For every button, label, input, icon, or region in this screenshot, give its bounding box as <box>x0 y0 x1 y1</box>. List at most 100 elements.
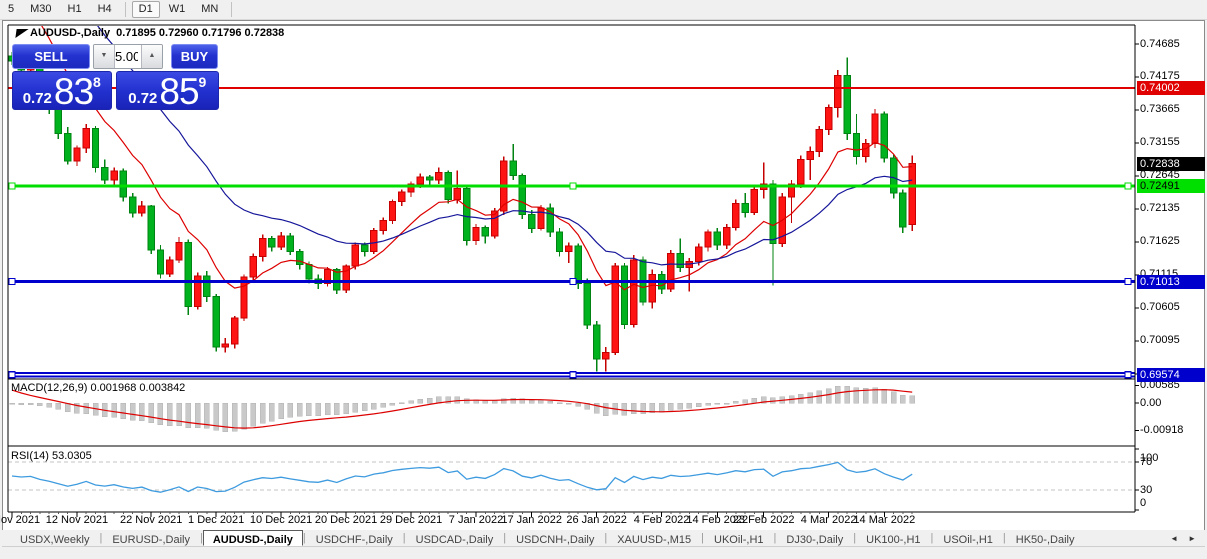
price-tag-0.69574: 0.69574 <box>1137 368 1205 382</box>
date-axis-label: 23 Feb 2022 <box>733 514 795 527</box>
candle <box>380 218 386 235</box>
line-handle[interactable] <box>570 372 576 378</box>
candle <box>436 167 442 184</box>
volume-spinner: ▼ ▲ <box>93 44 163 69</box>
sell-price-pip: 8 <box>93 75 101 89</box>
price-axis-tick: 0.70605 <box>1140 301 1180 314</box>
macd-axis-tick: -0.00918 <box>1140 424 1183 437</box>
chart-title: AUDUSD-,Daily0.71895 0.72960 0.71796 0.7… <box>30 27 284 39</box>
tab-dj30-daily[interactable]: DJ30-,Daily <box>776 530 853 546</box>
macd-bar <box>158 403 163 425</box>
tab-eurusd-daily[interactable]: EURUSD-,Daily <box>102 530 200 546</box>
macd-bar <box>891 392 896 403</box>
line-handle[interactable] <box>1125 279 1131 285</box>
timeframe-button-mn[interactable]: MN <box>194 1 225 18</box>
volume-input[interactable] <box>115 45 141 68</box>
macd-values: 0.001968 0.003842 <box>90 382 185 394</box>
tab-hk50-daily[interactable]: HK50-,Daily <box>1006 530 1085 546</box>
chart-expand-icon[interactable] <box>15 29 28 38</box>
horizontal-line-0.69574[interactable] <box>8 372 1135 378</box>
timeframe-button-h1[interactable]: H1 <box>61 1 89 18</box>
line-handle[interactable] <box>570 183 576 189</box>
sell-button[interactable]: SELL <box>12 44 90 69</box>
candle <box>853 114 859 164</box>
tab-scroll-right-icon[interactable]: ► <box>1183 534 1201 543</box>
candle <box>204 271 210 302</box>
macd-bar <box>316 403 321 416</box>
date-axis-label: 3 Nov 2021 <box>0 514 40 527</box>
tab-usdchf-daily[interactable]: USDCHF-,Daily <box>306 530 403 546</box>
tab-ukoil-h1[interactable]: UKOil-,H1 <box>704 530 774 546</box>
line-handle[interactable] <box>1125 372 1131 378</box>
candle <box>92 126 98 173</box>
tab-usdcad-daily[interactable]: USDCAD-,Daily <box>406 530 504 546</box>
timeframe-button-d1[interactable]: D1 <box>132 1 160 18</box>
timeframe-button-h4[interactable]: H4 <box>91 1 119 18</box>
macd-bar <box>631 403 636 414</box>
candle <box>287 233 293 255</box>
candle <box>844 57 850 140</box>
buy-button[interactable]: BUY <box>171 44 218 69</box>
sell-price-box[interactable]: 0.72 83 8 <box>12 71 112 110</box>
horizontal-line-0.72491[interactable] <box>8 183 1135 189</box>
macd-bar <box>687 403 692 408</box>
macd-bar <box>177 403 182 426</box>
timeframe-button-5[interactable]: 5 <box>1 1 21 18</box>
macd-bar <box>900 395 905 403</box>
candle <box>714 228 720 250</box>
candle <box>649 269 655 308</box>
candle <box>510 144 516 180</box>
macd-bar <box>279 403 284 419</box>
one-click-trading-panel: SELL ▼ ▲ BUY 0.72 83 8 0.72 85 9 <box>12 44 219 110</box>
candle <box>881 112 887 163</box>
buy-price-box[interactable]: 0.72 85 9 <box>116 71 219 110</box>
tab-usoil-h1[interactable]: USOil-,H1 <box>933 530 1003 546</box>
tab-usdcnh-daily[interactable]: USDCNH-,Daily <box>506 530 604 546</box>
price-tag-0.72491: 0.72491 <box>1137 179 1205 193</box>
rsi-axis-tick: 70 <box>1140 456 1152 469</box>
rsi-line <box>12 462 912 492</box>
line-handle[interactable] <box>9 183 15 189</box>
macd-bar <box>186 403 191 428</box>
candle <box>102 159 108 184</box>
line-handle[interactable] <box>9 372 15 378</box>
ohlc-values: 0.71895 0.72960 0.71796 0.72838 <box>116 27 284 39</box>
macd-bar <box>242 403 247 429</box>
macd-bar <box>381 403 386 407</box>
volume-increase-icon[interactable]: ▲ <box>141 45 162 68</box>
macd-bar <box>538 400 543 403</box>
macd-bar <box>353 403 358 412</box>
candle <box>167 257 173 278</box>
macd-bar <box>826 389 831 403</box>
line-handle[interactable] <box>9 279 15 285</box>
candle <box>723 224 729 249</box>
macd-bar <box>19 403 24 405</box>
candle <box>770 180 776 285</box>
macd-bar <box>139 403 144 421</box>
tab-audusd-daily[interactable]: AUDUSD-,Daily <box>203 530 303 546</box>
tab-uk100-h1[interactable]: UK100-,H1 <box>856 530 930 546</box>
rsi-axis-tick: 0 <box>1140 497 1146 510</box>
macd-bar <box>622 403 627 415</box>
macd-bar <box>418 399 423 403</box>
sell-price-prefix: 0.72 <box>23 91 52 106</box>
date-axis-label: 26 Jan 2022 <box>566 514 627 527</box>
date-axis-label: 1 Dec 2021 <box>188 514 244 527</box>
macd-bar <box>84 403 89 414</box>
macd-bar <box>371 403 376 409</box>
horizontal-line-0.71013[interactable] <box>8 279 1135 285</box>
candle <box>816 126 822 157</box>
date-axis-label: 22 Nov 2021 <box>120 514 182 527</box>
timeframe-button-m30[interactable]: M30 <box>23 1 58 18</box>
tab-usdx-weekly[interactable]: USDX,Weekly <box>10 530 99 546</box>
tab-scroll-left-icon[interactable]: ◄ <box>1165 534 1183 543</box>
timeframe-button-w1[interactable]: W1 <box>162 1 193 18</box>
macd-bar <box>659 403 664 412</box>
macd-bar <box>130 403 135 420</box>
line-handle[interactable] <box>570 279 576 285</box>
candle <box>668 250 674 292</box>
line-handle[interactable] <box>1125 183 1131 189</box>
tab-xauusd-m15[interactable]: XAUUSD-,M15 <box>607 530 701 546</box>
macd-bar <box>724 403 729 404</box>
volume-decrease-icon[interactable]: ▼ <box>94 45 115 68</box>
